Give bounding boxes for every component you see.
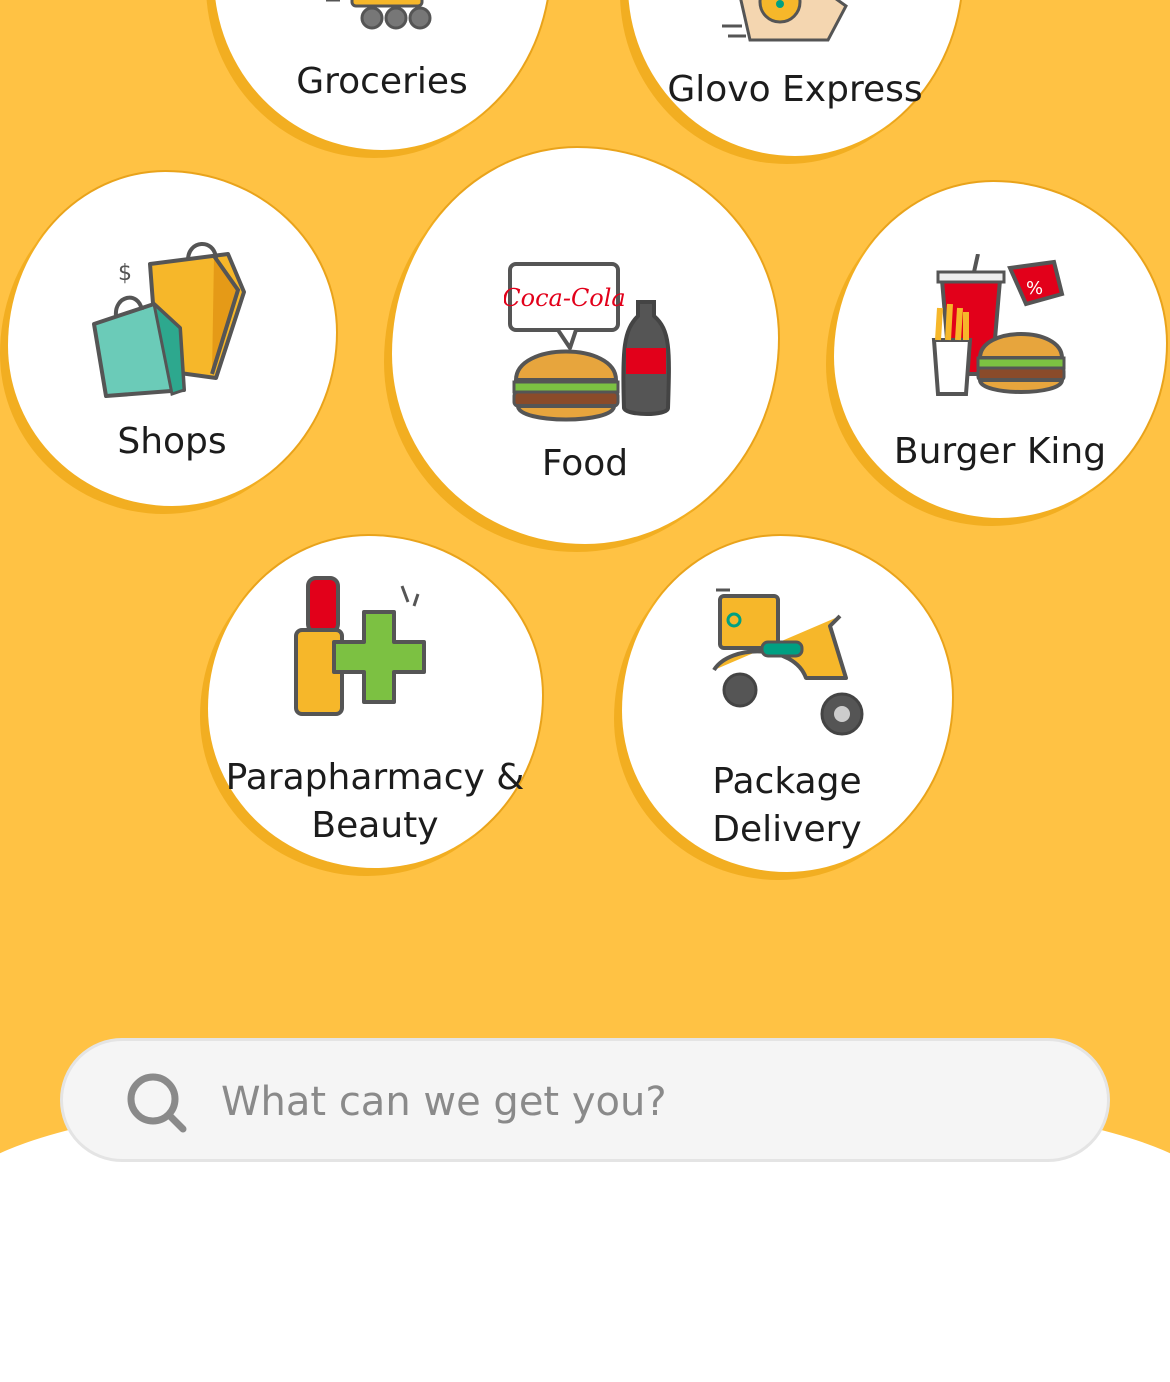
category-glovo-express[interactable]: Glovo Express xyxy=(628,0,962,156)
svg-text:$: $ xyxy=(118,261,132,286)
category-label-line2: Delivery xyxy=(712,809,862,850)
search-bar[interactable] xyxy=(60,1038,1110,1162)
lipstick-pharmacy-cross-icon xyxy=(294,576,426,716)
category-groceries[interactable]: Groceries xyxy=(214,0,550,150)
shopping-bags-icon: $ xyxy=(92,242,246,398)
burger-menu-icon: % xyxy=(931,254,1066,396)
category-label-line1: Package xyxy=(712,761,862,802)
category-label: Glovo Express xyxy=(667,69,923,110)
express-bag-icon xyxy=(722,0,848,42)
svg-text:%: % xyxy=(1026,278,1043,299)
delivery-scooter-icon xyxy=(712,588,864,736)
burger-and-cola-icon: Coca-Cola xyxy=(504,262,671,422)
category-label-line2: Beauty xyxy=(311,805,439,846)
category-label: Food xyxy=(541,443,629,484)
category-label: Shops xyxy=(117,421,227,462)
search-input[interactable] xyxy=(219,1061,1043,1143)
shopping-cart-icon xyxy=(326,0,432,30)
category-food[interactable]: Coca-Cola Food xyxy=(392,148,778,544)
search-icon xyxy=(127,1073,187,1133)
category-label: Burger King xyxy=(893,431,1107,472)
category-label-line1: Parapharmacy & xyxy=(225,757,525,798)
category-label: Groceries xyxy=(296,61,468,102)
category-burger-king[interactable]: % Burger King xyxy=(834,182,1166,518)
category-package-delivery[interactable]: Package Delivery xyxy=(622,536,952,872)
svg-text:Coca-Cola: Coca-Cola xyxy=(504,284,626,312)
category-parapharmacy-beauty[interactable]: Parapharmacy & Beauty xyxy=(208,536,542,868)
category-shops[interactable]: $ Shops xyxy=(8,172,336,506)
